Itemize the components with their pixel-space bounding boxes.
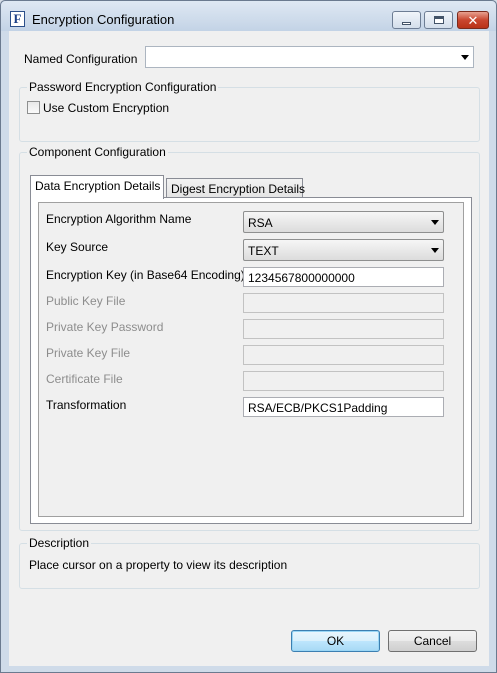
component-configuration-group-title: Component Configuration <box>27 145 168 159</box>
transformation-value: RSA/ECB/PKCS1Padding <box>248 401 388 415</box>
algorithm-label: Encryption Algorithm Name <box>46 212 192 226</box>
transformation-label: Transformation <box>46 398 127 412</box>
tab-digest-encryption-details[interactable]: Digest Encryption Details <box>166 178 305 198</box>
tab-data-encryption-details[interactable]: Data Encryption Details <box>30 175 164 199</box>
password-encryption-group: Password Encryption Configuration Use Cu… <box>19 80 480 142</box>
chevron-down-icon <box>431 220 439 225</box>
password-encryption-group-title: Password Encryption Configuration <box>27 80 219 94</box>
app-logo-icon: F <box>10 11 25 27</box>
use-custom-encryption-label[interactable]: Use Custom Encryption <box>43 101 169 115</box>
encryption-key-input[interactable]: 1234567800000000 <box>243 267 444 287</box>
component-configuration-group: Component Configuration Data Encryption … <box>19 145 480 531</box>
certificate-file-input[interactable] <box>243 371 444 391</box>
algorithm-select[interactable]: RSA <box>243 211 444 233</box>
chevron-down-icon <box>431 248 439 253</box>
chevron-down-icon <box>461 55 469 60</box>
private-key-password-input[interactable] <box>243 319 444 339</box>
maximize-icon <box>433 16 444 24</box>
key-source-select[interactable]: TEXT <box>243 239 444 261</box>
minimize-icon <box>402 21 411 25</box>
transformation-input[interactable]: RSA/ECB/PKCS1Padding <box>243 397 444 417</box>
public-key-file-label: Public Key File <box>46 294 126 308</box>
dialog-window: F Encryption Configuration ✕ Named Confi… <box>0 0 497 673</box>
cancel-button[interactable]: Cancel <box>388 630 477 652</box>
use-custom-encryption-checkbox[interactable] <box>27 101 40 114</box>
named-configuration-select[interactable] <box>145 46 474 68</box>
window-title: Encryption Configuration <box>32 12 175 27</box>
data-encryption-form: Encryption Algorithm Name RSA Key Source… <box>38 202 464 517</box>
description-group: Description Place cursor on a property t… <box>19 536 480 589</box>
private-key-file-input[interactable] <box>243 345 444 365</box>
description-text: Place cursor on a property to view its d… <box>29 558 288 572</box>
maximize-button[interactable] <box>424 11 453 29</box>
tab-panel: Encryption Algorithm Name RSA Key Source… <box>30 197 472 524</box>
key-source-label: Key Source <box>46 240 109 254</box>
close-icon: ✕ <box>467 12 479 28</box>
minimize-button[interactable] <box>392 11 421 29</box>
ok-button[interactable]: OK <box>291 630 380 652</box>
named-configuration-label: Named Configuration <box>24 52 138 66</box>
public-key-file-input[interactable] <box>243 293 444 313</box>
certificate-file-label: Certificate File <box>46 372 123 386</box>
dialog-body: Named Configuration Password Encryption … <box>9 31 489 666</box>
private-key-file-label: Private Key File <box>46 346 131 360</box>
encryption-key-label: Encryption Key (in Base64 Encoding) <box>46 268 245 282</box>
algorithm-value: RSA <box>248 216 273 230</box>
key-source-value: TEXT <box>248 244 279 258</box>
title-bar[interactable]: F Encryption Configuration ✕ <box>1 1 496 31</box>
encryption-key-value: 1234567800000000 <box>248 271 355 285</box>
description-group-title: Description <box>27 536 92 550</box>
close-button[interactable]: ✕ <box>457 11 489 29</box>
private-key-password-label: Private Key Password <box>46 320 164 334</box>
